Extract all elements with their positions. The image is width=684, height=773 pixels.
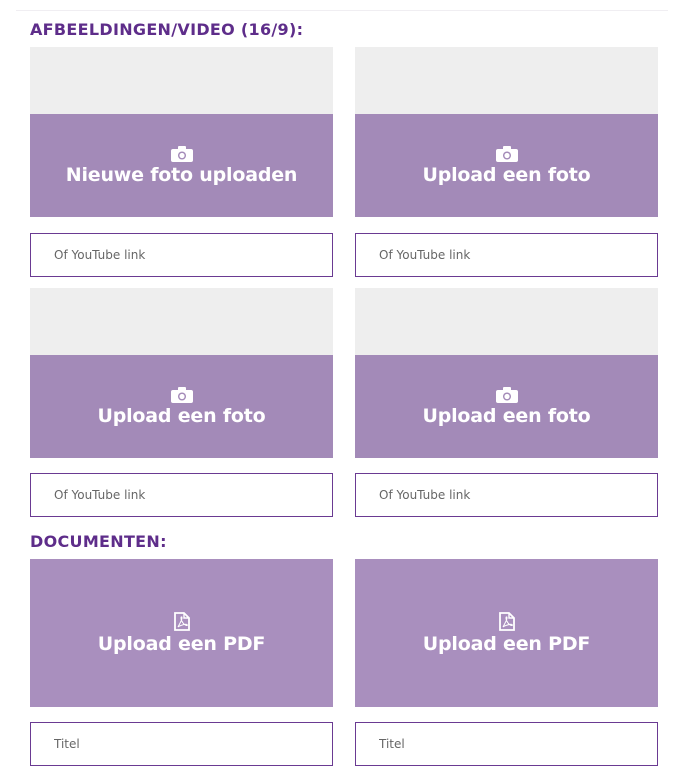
upload-photo-button[interactable]: Upload een foto [30,355,333,458]
images-section-title: AFBEELDINGEN/VIDEO (16/9): [30,20,304,39]
photo-upload-tile-2[interactable]: Upload een foto [355,47,658,217]
youtube-link-input-2[interactable] [355,233,658,277]
upload-pdf-label: Upload een PDF [422,632,591,655]
upload-form: AFBEELDINGEN/VIDEO (16/9): Nieuwe foto u… [0,0,684,773]
youtube-link-input-3[interactable] [30,473,333,517]
upload-photo-label: Upload een foto [97,404,266,427]
upload-photo-label: Nieuwe foto uploaden [65,163,298,186]
upload-photo-label: Upload een foto [422,163,591,186]
photo-upload-tile-3[interactable]: Upload een foto [30,288,333,458]
image-preview [355,288,658,355]
image-preview [30,288,333,355]
pdf-file-icon [498,611,515,631]
pdf-file-icon [173,611,190,631]
upload-pdf-button-1[interactable]: Upload een PDF [30,559,333,707]
photo-upload-tile-4[interactable]: Upload een foto [355,288,658,458]
image-preview [30,47,333,114]
upload-pdf-button-2[interactable]: Upload een PDF [355,559,658,707]
document-title-input-1[interactable] [30,722,333,766]
divider [16,10,668,11]
upload-pdf-label: Upload een PDF [97,632,266,655]
camera-icon [170,145,193,162]
youtube-link-input-1[interactable] [30,233,333,277]
upload-photo-button[interactable]: Upload een foto [355,114,658,217]
camera-icon [495,386,518,403]
camera-icon [170,386,193,403]
image-preview [355,47,658,114]
upload-photo-button[interactable]: Upload een foto [355,355,658,458]
upload-photo-label: Upload een foto [422,404,591,427]
photo-upload-tile-1[interactable]: Nieuwe foto uploaden [30,47,333,217]
camera-icon [495,145,518,162]
upload-photo-button[interactable]: Nieuwe foto uploaden [30,114,333,217]
youtube-link-input-4[interactable] [355,473,658,517]
documents-section-title: DOCUMENTEN: [30,532,167,551]
document-title-input-2[interactable] [355,722,658,766]
